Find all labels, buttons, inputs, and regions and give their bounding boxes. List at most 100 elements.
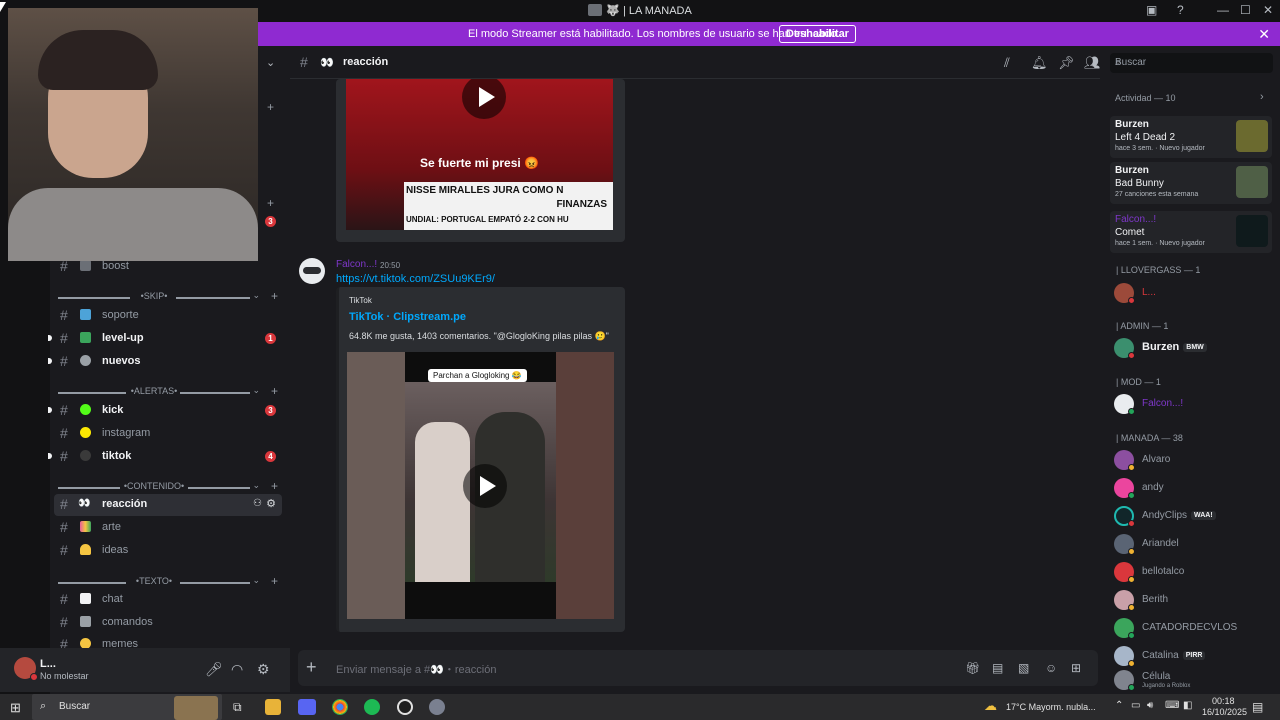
member-tag: PIRR (1182, 651, 1206, 660)
banner-close-icon[interactable]: ✕ (1258, 26, 1270, 43)
volume-icon[interactable]: 🔊︎ (1147, 700, 1153, 711)
member-item[interactable]: L... (1114, 281, 1274, 305)
video-thumbnail-1[interactable]: Se fuerte mi presi 😡 NISSE MIRALLES JURA… (346, 79, 613, 230)
notifications-icon[interactable]: ▤ (1252, 700, 1263, 714)
sticker-icon[interactable]: ▧ (1018, 661, 1029, 675)
pin-icon[interactable]: 📌︎ (1058, 55, 1075, 71)
member-item[interactable]: CATADORDECVLOS (1114, 616, 1274, 640)
add-channel-icon[interactable]: + (267, 196, 274, 210)
apps-icon[interactable]: ⊞ (1071, 661, 1081, 675)
comet-app-icon (1236, 215, 1268, 247)
category-texto[interactable]: •TEXTO• ⌄ + (58, 574, 282, 589)
server-menu-chevron-icon[interactable]: ⌄ (266, 56, 275, 69)
member-item[interactable]: andy (1114, 476, 1274, 500)
microphone-icon[interactable]: 🎤︎ (205, 661, 223, 678)
embed-provider: TikTok (349, 296, 372, 305)
windows-start-icon[interactable]: ⊞ (10, 700, 21, 716)
member-item[interactable]: Ariandel (1114, 532, 1274, 556)
user-settings-gear-icon[interactable]: ⚙ (257, 661, 270, 678)
member-tag: WAA! (1191, 511, 1216, 520)
headphones-icon[interactable]: ◠ (231, 661, 243, 678)
member-item[interactable]: Burzen BMW (1114, 336, 1274, 360)
member-item[interactable]: bellotalco (1114, 560, 1274, 584)
help-icon[interactable]: ? (1177, 3, 1184, 17)
member-item[interactable]: Falcon...! (1114, 392, 1274, 416)
activity-card[interactable]: Burzen Left 4 Dead 2 hace 3 sem. · Nuevo… (1110, 116, 1272, 158)
chrome-icon[interactable] (332, 699, 348, 715)
play-icon[interactable] (462, 79, 506, 119)
task-view-icon[interactable]: ⧉ (233, 700, 242, 715)
gif-icon[interactable]: ▤ (992, 661, 1003, 675)
chevron-right-icon[interactable]: › (1260, 91, 1264, 103)
embed-title-link[interactable]: TikTok · Clipstream.pe (349, 311, 466, 323)
member-list-icon[interactable]: 👥︎ (1084, 55, 1101, 71)
message-composer[interactable]: + Enviar mensaje a #👀・reacción 🎁︎ ▤ ▧ ☺ … (298, 650, 1098, 686)
channel-arte[interactable]: # arte (60, 517, 282, 539)
video-banner-line-1: NISSE MIRALLES JURA COMO N (406, 185, 564, 196)
member-item[interactable]: Alvaro (1114, 448, 1274, 472)
category-alertas[interactable]: •ALERTAS• ⌄ + (58, 384, 282, 399)
system-tray-icon[interactable]: ◧ (1183, 700, 1192, 711)
member-item[interactable]: Catalina PIRR (1114, 644, 1274, 668)
member-item[interactable]: Berith (1114, 588, 1274, 612)
close-window-icon[interactable]: ✕ (1263, 3, 1273, 17)
message-link[interactable]: https://vt.tiktok.com/ZSUu9KEr9/ (336, 273, 495, 285)
language-icon[interactable]: ⌨ (1165, 700, 1179, 711)
activity-card[interactable]: Burzen Bad Bunny 27 canciones esta seman… (1110, 162, 1272, 204)
weather-text[interactable]: 17°C Mayorm. nubla... (1006, 702, 1096, 712)
threads-icon[interactable]: ⫽ (1004, 55, 1010, 71)
add-channel-icon[interactable]: + (267, 100, 274, 114)
add-attachment-icon[interactable]: + (306, 657, 317, 678)
hash-icon: # (60, 425, 68, 441)
invite-icon[interactable]: ⚇ (253, 498, 262, 509)
channel-instagram[interactable]: # instagram (60, 423, 282, 445)
obs-icon[interactable] (397, 699, 413, 715)
add-channel-icon[interactable]: + (271, 289, 278, 303)
add-channel-icon[interactable]: + (271, 384, 278, 398)
channel-nuevos[interactable]: # nuevos (60, 351, 282, 373)
gear-icon[interactable]: ⚙ (266, 497, 276, 510)
clock-date[interactable]: 16/10/2025 (1202, 707, 1247, 717)
mention-badge: 1 (265, 333, 276, 344)
clock-time[interactable]: 00:18 (1212, 696, 1235, 706)
person-left (415, 422, 470, 582)
category-skip[interactable]: •SKIP• ⌄ + (58, 289, 282, 304)
message-avatar[interactable] (299, 258, 325, 284)
channel-comandos[interactable]: # comandos (60, 612, 282, 634)
divider (188, 487, 250, 489)
play-icon[interactable] (463, 464, 507, 508)
member-item[interactable]: AndyClips WAA! (1114, 504, 1274, 528)
network-icon[interactable]: ▭ (1131, 700, 1140, 711)
taskbar-search-input[interactable]: ⌕ Buscar (32, 694, 222, 720)
member-item[interactable]: Célula Jugando a Roblox (1114, 668, 1274, 692)
channel-reaccion[interactable]: # 👀 reacción ⚇ ⚙ (54, 494, 282, 516)
idle-status-dot (1128, 548, 1135, 555)
channel-chat[interactable]: # chat (60, 589, 282, 611)
channel-ideas[interactable]: # ideas (60, 540, 282, 562)
show-hidden-icons[interactable]: ⌃ (1115, 700, 1123, 711)
video-thumbnail-2[interactable]: Parchan a Glogloking 😂 (347, 352, 614, 619)
inbox-icon[interactable]: ▣ (1146, 3, 1157, 17)
discord-taskbar-icon[interactable] (298, 699, 316, 715)
channel-tiktok[interactable]: # tiktok 4 (60, 446, 282, 468)
file-explorer-icon[interactable] (265, 699, 281, 715)
lightbulb-icon (80, 544, 91, 555)
maximize-icon[interactable]: ☐ (1240, 3, 1251, 17)
bell-icon[interactable]: 🔔︎ (1031, 55, 1048, 71)
category-contenido[interactable]: •CONTENIDO• ⌄ + (58, 479, 282, 494)
add-channel-icon[interactable]: + (271, 479, 278, 493)
role-header: | MANADA — 38 (1116, 433, 1183, 443)
gift-icon[interactable]: 🎁︎ (965, 661, 980, 675)
channel-level-up[interactable]: # level-up 1 (60, 328, 282, 350)
disable-streamer-button[interactable]: Deshabilitar (779, 25, 856, 43)
search-input[interactable]: Buscar ⌕ (1110, 53, 1273, 73)
add-channel-icon[interactable]: + (271, 574, 278, 588)
channel-soporte[interactable]: # soporte (60, 305, 282, 327)
spotify-icon[interactable] (364, 699, 380, 715)
app-icon[interactable] (429, 699, 445, 715)
emoji-icon[interactable]: ☺ (1045, 661, 1057, 675)
message-author[interactable]: Falcon...! (336, 259, 377, 270)
channel-kick[interactable]: # kick 3 (60, 400, 282, 422)
activity-card[interactable]: Falcon...! Comet hace 1 sem. · Nuevo jug… (1110, 211, 1272, 253)
minimize-icon[interactable]: — (1217, 3, 1229, 17)
